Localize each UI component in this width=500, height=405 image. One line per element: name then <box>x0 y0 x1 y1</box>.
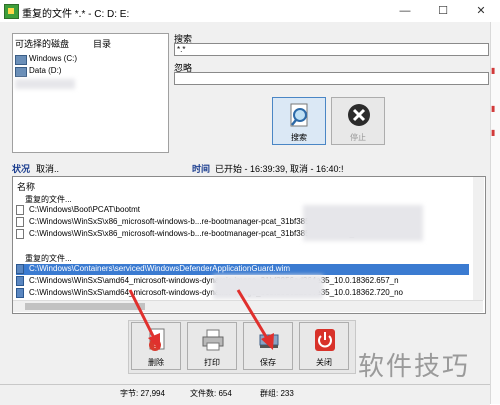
column-header-directory[interactable]: 目录 <box>93 37 111 50</box>
time-label: 时间 <box>192 164 211 174</box>
ignore-input[interactable] <box>174 72 489 85</box>
results-list[interactable]: 名称 重复的文件... C:\Windows\Boot\PCAT\bootmt … <box>12 176 486 314</box>
file-icon <box>16 217 24 227</box>
stop-button[interactable]: 停止 <box>331 97 385 145</box>
save-button[interactable]: 保存 <box>243 322 293 370</box>
watermark-text: 软件技巧 <box>358 351 471 381</box>
column-header-drive[interactable]: 可选择的磁盘 <box>15 37 69 50</box>
result-row-selected[interactable]: C:\Windows\Containers\serviced\WindowsDe… <box>16 264 469 275</box>
window-title: 重复的文件 *.* - C: D: E: <box>22 9 130 20</box>
scrollbar-thumb[interactable] <box>25 303 145 310</box>
printer-icon <box>202 329 224 351</box>
status-label: 状况 <box>12 164 31 174</box>
image-file-icon <box>16 276 24 286</box>
stop-x-icon <box>348 104 370 126</box>
app-icon <box>4 4 19 19</box>
redacted-drive <box>15 79 75 89</box>
drive-icon <box>15 67 27 77</box>
drive-icon <box>15 55 27 65</box>
bytes-count: 字节: 27,994 <box>120 389 165 398</box>
power-off-icon <box>315 329 335 351</box>
file-icon <box>16 205 24 215</box>
groups-count: 群组: 233 <box>260 389 294 398</box>
status-value: 取消.. <box>36 164 60 174</box>
file-icon <box>16 229 24 239</box>
background-mark: ▮ <box>491 104 496 113</box>
close-window-button[interactable]: ✕ <box>462 0 500 22</box>
print-button[interactable]: 打印 <box>187 322 237 370</box>
redacted-area <box>213 275 323 299</box>
group-label: 重复的文件... <box>25 254 72 263</box>
horizontal-scrollbar[interactable] <box>13 300 483 312</box>
maximize-button[interactable]: ☐ <box>424 0 462 22</box>
redacted-area <box>303 205 423 241</box>
image-file-icon <box>16 264 24 274</box>
svg-text:!: ! <box>153 341 156 350</box>
time-value: 已开始 - 16:39:39, 取消 - 16:40:! <box>215 164 344 174</box>
background-mark: ▮ <box>491 128 496 137</box>
vertical-scrollbar[interactable] <box>473 177 484 300</box>
image-file-icon <box>16 288 24 298</box>
title-bar: 重复的文件 *.* - C: D: E: — ☐ ✕ <box>0 0 500 23</box>
background-mark: ▮ <box>491 66 496 75</box>
delete-document-icon: ! <box>149 328 165 351</box>
status-bar <box>0 384 490 405</box>
background-window-strip <box>490 22 500 404</box>
files-count: 文件数: 654 <box>190 389 232 398</box>
search-button[interactable]: 搜索 <box>272 97 326 145</box>
delete-button[interactable]: ! 删除 <box>131 322 181 370</box>
save-drive-icon <box>259 334 279 348</box>
drive-list[interactable]: 可选择的磁盘 目录 Windows (C:) Data (D:) <box>12 33 169 153</box>
magnifier-document-icon <box>290 103 308 127</box>
group-label: 重复的文件... <box>25 195 72 204</box>
minimize-button[interactable]: — <box>386 0 424 22</box>
column-header-name[interactable]: 名称 <box>17 180 35 193</box>
search-input[interactable]: *.* <box>174 43 489 56</box>
close-button[interactable]: 关闭 <box>299 322 349 370</box>
